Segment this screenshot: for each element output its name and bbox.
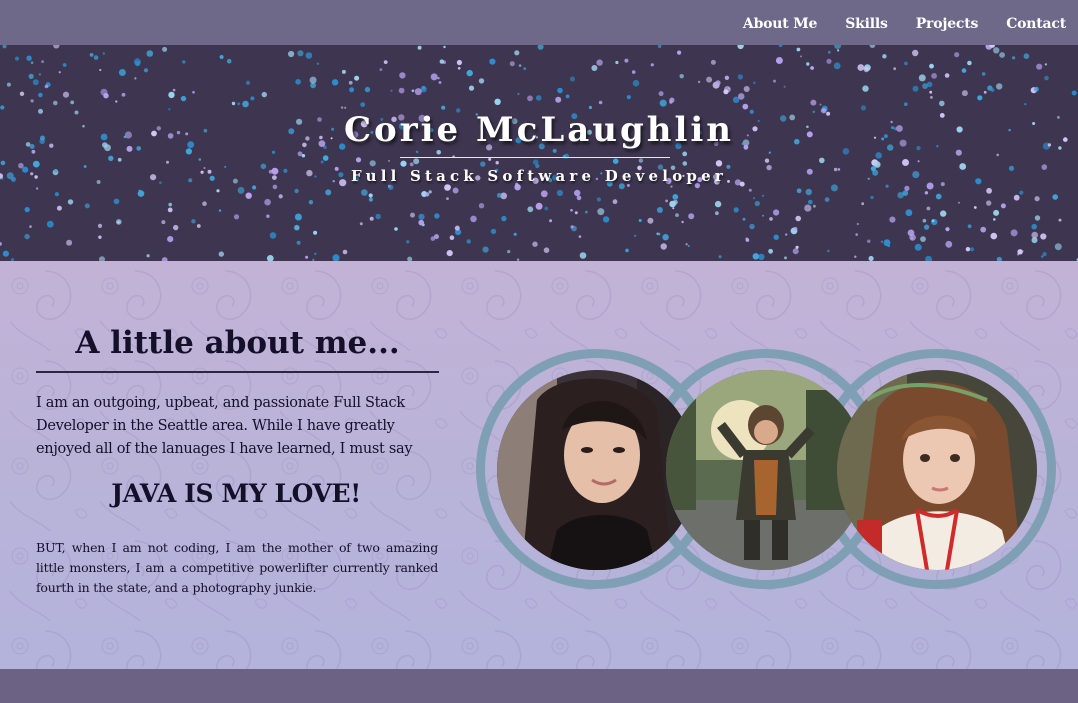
hero-subtitle: Full Stack Software Developer bbox=[351, 167, 727, 185]
hero-banner: Corie McLaughlin Full Stack Software Dev… bbox=[0, 45, 1078, 261]
nav-link-contact[interactable]: Contact bbox=[1006, 16, 1066, 32]
nav-links: About Me Skills Projects Contact bbox=[743, 0, 1066, 45]
about-intro-text: I am an outgoing, upbeat, and passionate… bbox=[36, 395, 413, 457]
hero-divider bbox=[400, 157, 670, 158]
portrait-photo-child-costume bbox=[666, 370, 866, 570]
top-navbar: About Me Skills Projects Contact bbox=[0, 0, 1078, 45]
confetti-background bbox=[0, 45, 1078, 261]
page-footer bbox=[0, 669, 1078, 703]
nav-link-about-me[interactable]: About Me bbox=[743, 16, 818, 32]
about-body-text: BUT, when I am not coding, I am the moth… bbox=[36, 540, 438, 595]
about-section: A little about me... I am an outgoing, u… bbox=[0, 261, 1078, 669]
about-divider bbox=[36, 371, 439, 373]
about-emphasis-text: JAVA IS MY LOVE! bbox=[111, 479, 361, 508]
nav-link-skills[interactable]: Skills bbox=[845, 16, 888, 32]
portrait-photo-girl-red-ribbon bbox=[837, 370, 1037, 570]
about-heading: A little about me... bbox=[75, 325, 400, 361]
nav-link-projects[interactable]: Projects bbox=[916, 16, 979, 32]
hero-title: Corie McLaughlin bbox=[343, 110, 735, 150]
